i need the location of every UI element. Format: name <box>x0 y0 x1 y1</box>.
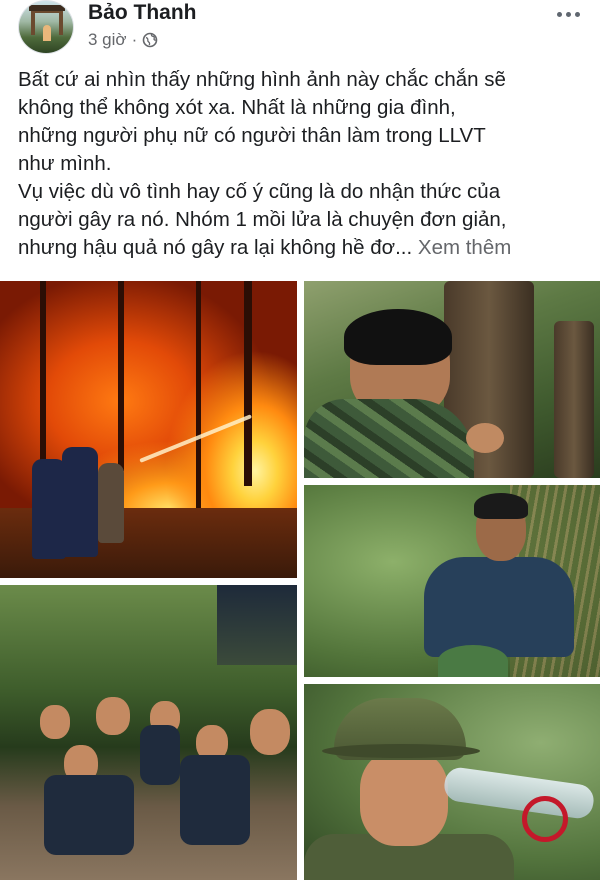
uniform-figure <box>180 755 250 845</box>
avatar-person-shape <box>43 25 51 41</box>
post-text-line: như mình. <box>18 152 112 175</box>
author-name[interactable]: Bảo Thanh <box>88 1 197 25</box>
tree-trunk <box>196 281 201 511</box>
man-hair <box>474 493 528 519</box>
person-figure <box>40 705 70 739</box>
post-text-line: không thể không xót xa. Nhất là những gi… <box>18 96 456 119</box>
post-text-line: người gây ra nó. Nhóm 1 mồi lửa là chuyệ… <box>18 208 507 231</box>
firefighter-figure <box>32 459 66 559</box>
meta-separator: · <box>131 30 138 49</box>
person-figure <box>250 709 290 755</box>
tree-trunk <box>118 281 124 471</box>
post-text-line: Bất cứ ai nhìn thấy những hình ảnh này c… <box>18 68 506 91</box>
photo-soldier-drinking[interactable] <box>304 684 600 880</box>
soldier-face <box>360 750 448 846</box>
bottle-cap-ring <box>522 796 568 842</box>
post-time[interactable]: 3 giờ <box>88 30 127 50</box>
post-header: Bảo Thanh 3 giờ · <box>0 0 600 60</box>
post-text-line: Vụ việc dù vô tình hay cố ý cũng là do n… <box>18 180 501 203</box>
globe-icon <box>142 32 158 48</box>
photo-soldier-resting[interactable] <box>304 281 600 478</box>
photo-forest-fire[interactable] <box>0 281 297 578</box>
author-avatar[interactable] <box>18 0 74 54</box>
helmet-brim <box>322 744 480 758</box>
person-figure <box>96 697 130 735</box>
tree-trunk <box>244 281 252 486</box>
post-meta: 3 giờ · <box>88 30 158 50</box>
firefighter-figure <box>98 463 124 543</box>
post-text-last-line: nhưng hậu quả nó gây ra lại không hề đơ.… <box>18 234 584 262</box>
man-uniform <box>424 557 574 657</box>
post-text: Bất cứ ai nhìn thấy những hình ảnh này c… <box>18 66 584 262</box>
post-text-line: nhưng hậu quả nó gây ra lại không hề đơ.… <box>18 236 413 259</box>
camouflage-shirt <box>304 399 474 478</box>
water-bottle <box>442 765 596 821</box>
green-helmet <box>438 645 508 677</box>
more-options-icon[interactable] <box>554 6 582 22</box>
post-text-line: những người phụ nữ có người thân làm tro… <box>18 124 486 147</box>
see-more-link[interactable]: Xem thêm <box>418 236 511 259</box>
soldier-hair <box>344 309 452 365</box>
uniform-figure <box>44 775 134 855</box>
tree-trunk <box>554 321 594 478</box>
photo-group-resting[interactable] <box>0 585 297 880</box>
photo-man-sitting[interactable] <box>304 485 600 677</box>
firefighter-figure <box>62 447 98 557</box>
soldier-hand <box>466 423 504 453</box>
uniform-figure <box>140 725 180 785</box>
night-sky <box>217 585 297 665</box>
